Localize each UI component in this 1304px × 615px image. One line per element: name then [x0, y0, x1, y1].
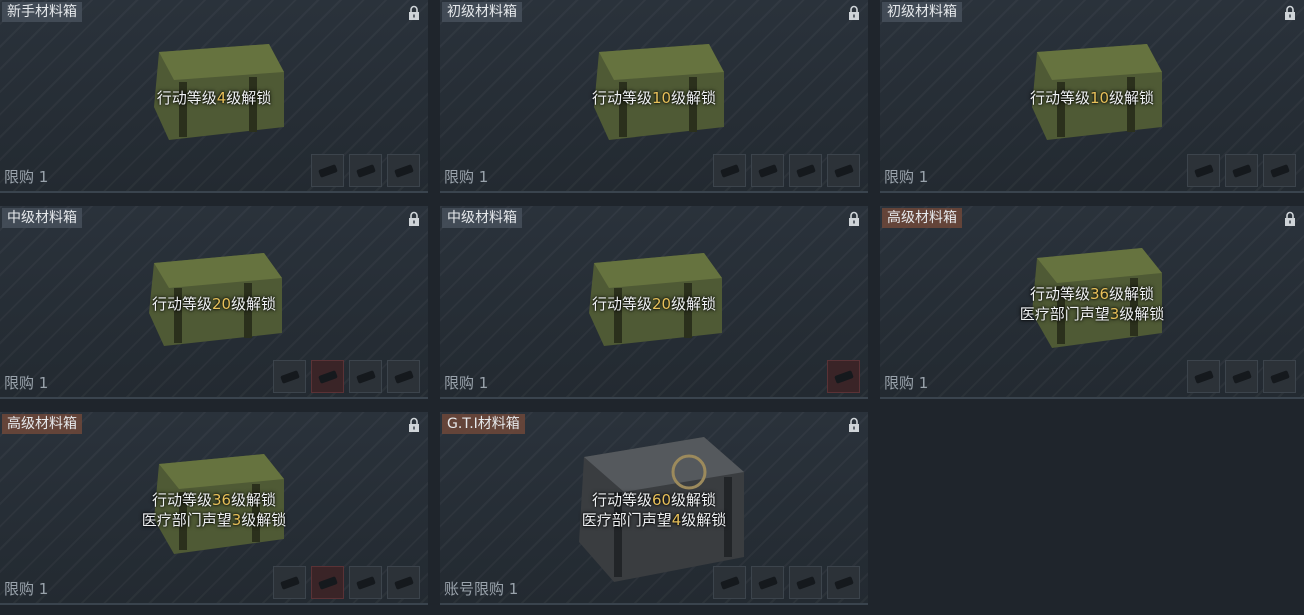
box-title: 中级材料箱: [442, 208, 522, 228]
purchase-limit: 限购 1: [4, 580, 49, 598]
unlock-requirement: 行动等级10级解锁: [1029, 89, 1155, 107]
reward-items: [1187, 360, 1296, 393]
box-title: 中级材料箱: [2, 208, 82, 228]
unlock-requirement: 行动等级20级解锁: [151, 295, 277, 313]
reward-item-icon[interactable]: [273, 566, 306, 599]
lock-icon: [409, 5, 419, 20]
reward-item-icon[interactable]: [1187, 154, 1220, 187]
lock-icon: [849, 211, 859, 226]
reward-item-icon[interactable]: [1263, 154, 1296, 187]
reward-item-icon[interactable]: [387, 566, 420, 599]
reward-item-icon[interactable]: [827, 154, 860, 187]
reward-item-icon[interactable]: [387, 360, 420, 393]
reputation-requirement: 医疗部门声望3级解锁: [141, 511, 287, 529]
reward-item-icon[interactable]: [1187, 360, 1220, 393]
lock-icon: [849, 417, 859, 432]
reward-item-icon[interactable]: [1225, 154, 1258, 187]
material-box-card[interactable]: 中级材料箱 行动等级20级解锁 限购 1: [440, 206, 868, 399]
reputation-requirement: 医疗部门声望3级解锁: [1019, 305, 1165, 323]
lock-icon: [409, 211, 419, 226]
reward-items: [713, 154, 860, 187]
material-box-card[interactable]: 初级材料箱 行动等级10级解锁 限购 1: [880, 0, 1304, 193]
box-title: G.T.I材料箱: [442, 414, 525, 434]
purchase-limit: 账号限购 1: [444, 580, 519, 598]
box-title: 初级材料箱: [882, 2, 962, 22]
unlock-requirement: 行动等级60级解锁: [591, 491, 717, 509]
purchase-limit: 限购 1: [884, 168, 929, 186]
reward-item-icon[interactable]: [387, 154, 420, 187]
material-box-card[interactable]: 高级材料箱 行动等级36级解锁 医疗部门声望3级解锁 限购 1: [880, 206, 1304, 399]
unlock-requirement: 行动等级36级解锁: [151, 491, 277, 509]
unlock-requirement: 行动等级36级解锁: [1029, 285, 1155, 303]
lock-icon: [1285, 211, 1295, 226]
unlock-requirement: 行动等级4级解锁: [156, 89, 272, 107]
lock-icon: [1285, 5, 1295, 20]
purchase-limit: 限购 1: [444, 374, 489, 392]
material-box-grid: 新手材料箱 行动等级4级解锁 限购 1 初级材料箱 行动等级10级解锁 限购 1…: [0, 0, 1304, 615]
reward-item-icon[interactable]: [273, 360, 306, 393]
reward-item-icon[interactable]: [349, 360, 382, 393]
reward-items: [713, 566, 860, 599]
reward-item-icon[interactable]: [713, 566, 746, 599]
purchase-limit: 限购 1: [4, 168, 49, 186]
lock-icon: [849, 5, 859, 20]
reward-item-icon[interactable]: [713, 154, 746, 187]
reward-item-icon[interactable]: [349, 154, 382, 187]
reward-item-icon[interactable]: [751, 566, 784, 599]
reward-item-icon[interactable]: [827, 360, 860, 393]
reward-item-icon[interactable]: [751, 154, 784, 187]
box-title: 新手材料箱: [2, 2, 82, 22]
reward-item-icon[interactable]: [349, 566, 382, 599]
box-title: 高级材料箱: [882, 208, 962, 228]
lock-icon: [409, 417, 419, 432]
purchase-limit: 限购 1: [884, 374, 929, 392]
material-box-card[interactable]: 高级材料箱 行动等级36级解锁 医疗部门声望3级解锁 限购 1: [0, 412, 428, 605]
reputation-requirement: 医疗部门声望4级解锁: [581, 511, 727, 529]
reward-item-icon[interactable]: [1263, 360, 1296, 393]
reward-item-icon[interactable]: [311, 566, 344, 599]
box-title: 初级材料箱: [442, 2, 522, 22]
reward-items: [273, 360, 420, 393]
purchase-limit: 限购 1: [4, 374, 49, 392]
reward-items: [311, 154, 420, 187]
material-box-card[interactable]: G.T.I材料箱 行动等级60级解锁 医疗部门声望4级解锁 账号限购 1: [440, 412, 868, 605]
reward-items: [827, 360, 860, 393]
purchase-limit: 限购 1: [444, 168, 489, 186]
reward-item-icon[interactable]: [311, 360, 344, 393]
box-title: 高级材料箱: [2, 414, 82, 434]
material-box-card[interactable]: 初级材料箱 行动等级10级解锁 限购 1: [440, 0, 868, 193]
unlock-requirement: 行动等级20级解锁: [591, 295, 717, 313]
material-box-card[interactable]: 新手材料箱 行动等级4级解锁 限购 1: [0, 0, 428, 193]
reward-item-icon[interactable]: [789, 154, 822, 187]
unlock-requirement: 行动等级10级解锁: [591, 89, 717, 107]
reward-item-icon[interactable]: [1225, 360, 1258, 393]
reward-item-icon[interactable]: [311, 154, 344, 187]
reward-items: [273, 566, 420, 599]
reward-item-icon[interactable]: [789, 566, 822, 599]
reward-item-icon[interactable]: [827, 566, 860, 599]
reward-items: [1187, 154, 1296, 187]
material-box-card[interactable]: 中级材料箱 行动等级20级解锁 限购 1: [0, 206, 428, 399]
